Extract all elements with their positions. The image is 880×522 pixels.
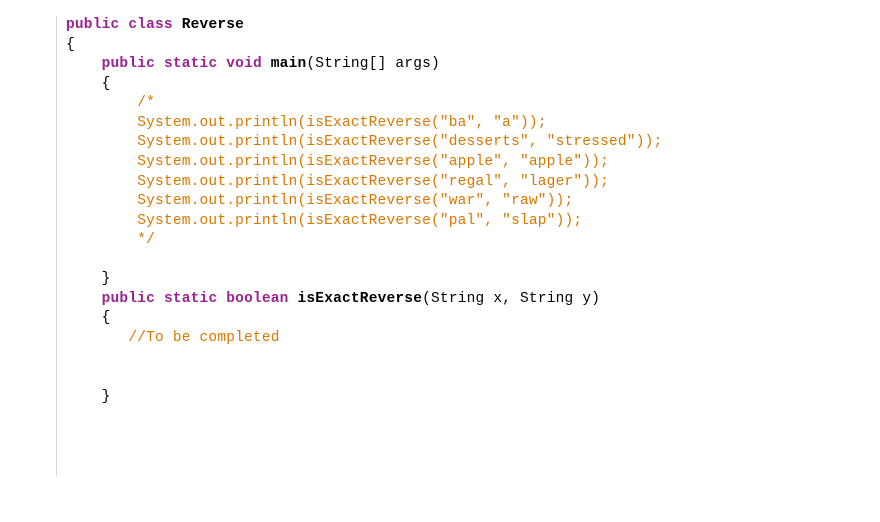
- code-editor: public class Reverse { public static voi…: [66, 16, 662, 407]
- brace-open: {: [102, 310, 111, 326]
- method-main: main: [271, 56, 307, 72]
- commented-call-1: System.out.println(isExactReverse("ba", …: [137, 115, 546, 131]
- commented-call-6: System.out.println(isExactReverse("pal",…: [137, 213, 582, 229]
- todo-comment: //To be completed: [128, 330, 279, 346]
- keyword-class: class: [128, 17, 173, 33]
- editor-gutter-line: [56, 16, 57, 476]
- commented-call-3: System.out.println(isExactReverse("apple…: [137, 154, 609, 170]
- brace-open: {: [66, 37, 75, 53]
- isrev-params: (String x, String y): [422, 291, 600, 307]
- commented-call-2: System.out.println(isExactReverse("desse…: [137, 134, 662, 150]
- keyword-public: public: [102, 291, 155, 307]
- keyword-static: static: [164, 56, 217, 72]
- block-comment-open: /*: [137, 95, 155, 111]
- block-comment-close: */: [137, 232, 155, 248]
- keyword-static: static: [164, 291, 217, 307]
- keyword-public: public: [102, 56, 155, 72]
- brace-close: }: [102, 389, 111, 405]
- keyword-boolean: boolean: [226, 291, 288, 307]
- main-params: (String[] args): [306, 56, 440, 72]
- brace-open: {: [102, 76, 111, 92]
- method-isexactreverse: isExactReverse: [297, 291, 422, 307]
- keyword-public: public: [66, 17, 119, 33]
- commented-call-5: System.out.println(isExactReverse("war",…: [137, 193, 573, 209]
- commented-call-4: System.out.println(isExactReverse("regal…: [137, 174, 609, 190]
- brace-close: }: [102, 271, 111, 287]
- class-name: Reverse: [182, 17, 244, 33]
- keyword-void: void: [226, 56, 262, 72]
